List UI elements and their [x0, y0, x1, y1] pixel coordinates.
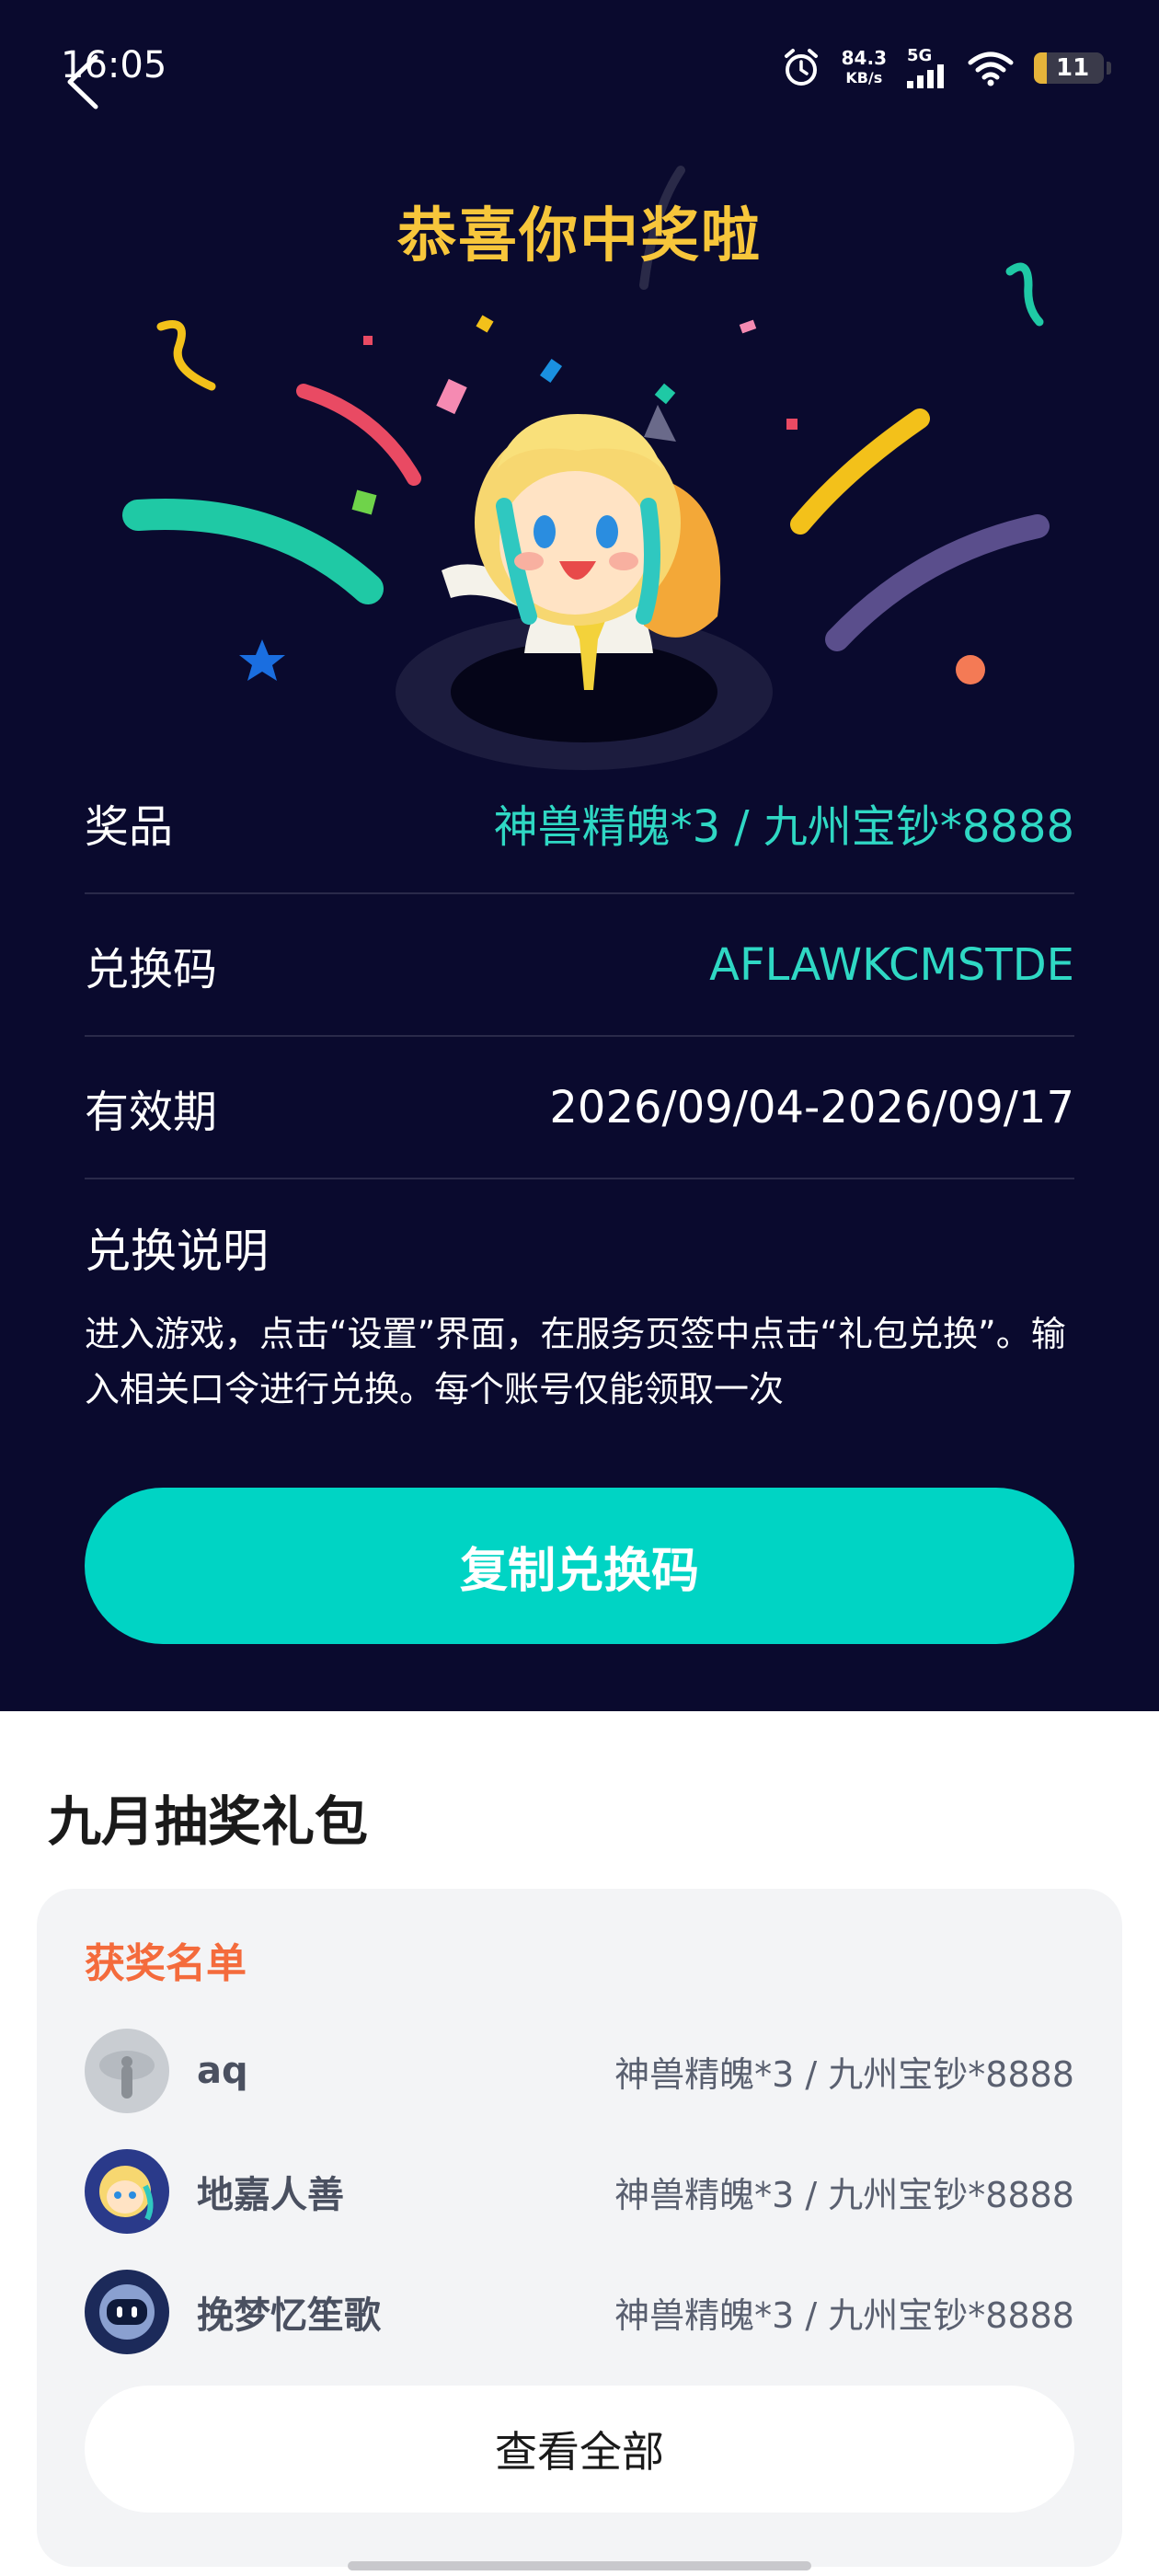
star-icon — [239, 639, 285, 681]
prize-result-panel: 16:05 84.3 KB/s 5G 11 恭喜你中奖啦 奖品 神兽精魄*3 /… — [0, 0, 1159, 1711]
winner-row: aq 神兽精魄*3 / 九州宝钞*8888 — [85, 2027, 1074, 2115]
prize-row: 奖品 神兽精魄*3 / 九州宝钞*8888 — [85, 752, 1074, 894]
redeem-code-row: 兑换码 AFLAWKCMSTDE — [85, 894, 1074, 1037]
network-speed: 84.3 KB/s — [841, 47, 887, 86]
winner-name: aq — [197, 2050, 248, 2092]
wifi-icon — [968, 52, 1014, 86]
confetti-streamer — [825, 514, 1050, 651]
lottery-title: 九月抽奖礼包 — [48, 1790, 369, 1853]
alarm-icon — [784, 49, 818, 86]
redeem-instructions-text: 进入游戏，点击“设置”界面，在服务页签中点击“礼包兑换”。输入相关口令进行兑换。… — [85, 1314, 1066, 1409]
confetti-streamer — [790, 408, 930, 535]
copy-code-button[interactable]: 复制兑换码 — [85, 1488, 1074, 1644]
status-icons: 84.3 KB/s 5G 11 — [781, 44, 1111, 92]
avatar — [85, 2270, 169, 2354]
avatar — [85, 2149, 169, 2234]
winner-prize: 神兽精魄*3 / 九州宝钞*8888 — [614, 2294, 1074, 2336]
cellular-signal-icon: 5G — [907, 48, 947, 88]
validity-label: 有效期 — [85, 1086, 218, 1138]
winner-row: 挽梦忆笙歌 神兽精魄*3 / 九州宝钞*8888 — [85, 2268, 1074, 2356]
winner-prize: 神兽精魄*3 / 九州宝钞*8888 — [614, 2053, 1074, 2095]
avatar — [85, 2029, 169, 2113]
winner-prize: 神兽精魄*3 / 九州宝钞*8888 — [614, 2174, 1074, 2215]
validity-value: 2026/09/04-2026/09/17 — [549, 1081, 1074, 1133]
back-arrow-icon[interactable] — [61, 50, 107, 114]
confetti-streamer — [296, 384, 421, 486]
prize-value: 神兽精魄*3 / 九州宝钞*8888 — [493, 800, 1074, 853]
winners-title: 获奖名单 — [85, 1940, 247, 1987]
prize-label: 奖品 — [85, 800, 174, 853]
winner-name: 地嘉人善 — [197, 2174, 344, 2216]
home-indicator[interactable] — [348, 2561, 811, 2570]
battery-icon: 11 — [1034, 52, 1111, 84]
winners-card: 获奖名单 aq 神兽精魄*3 / 九州宝钞*8888 地嘉人善 神兽精魄*3 /… — [37, 1889, 1122, 2567]
redeem-instructions-title: 兑换说明 — [85, 1225, 269, 1278]
squiggle — [156, 320, 216, 391]
winner-name: 挽梦忆笙歌 — [197, 2294, 381, 2337]
squiggle — [1005, 262, 1044, 327]
validity-row: 有效期 2026/09/04-2026/09/17 — [85, 1037, 1074, 1179]
congrats-title: 恭喜你中奖啦 — [397, 202, 762, 270]
view-all-button[interactable]: 查看全部 — [85, 2386, 1074, 2513]
redeem-code-value: AFLAWKCMSTDE — [709, 938, 1074, 991]
confetti-streamer — [122, 499, 384, 604]
redeem-code-label: 兑换码 — [85, 943, 218, 995]
winner-row: 地嘉人善 神兽精魄*3 / 九州宝钞*8888 — [85, 2147, 1074, 2236]
